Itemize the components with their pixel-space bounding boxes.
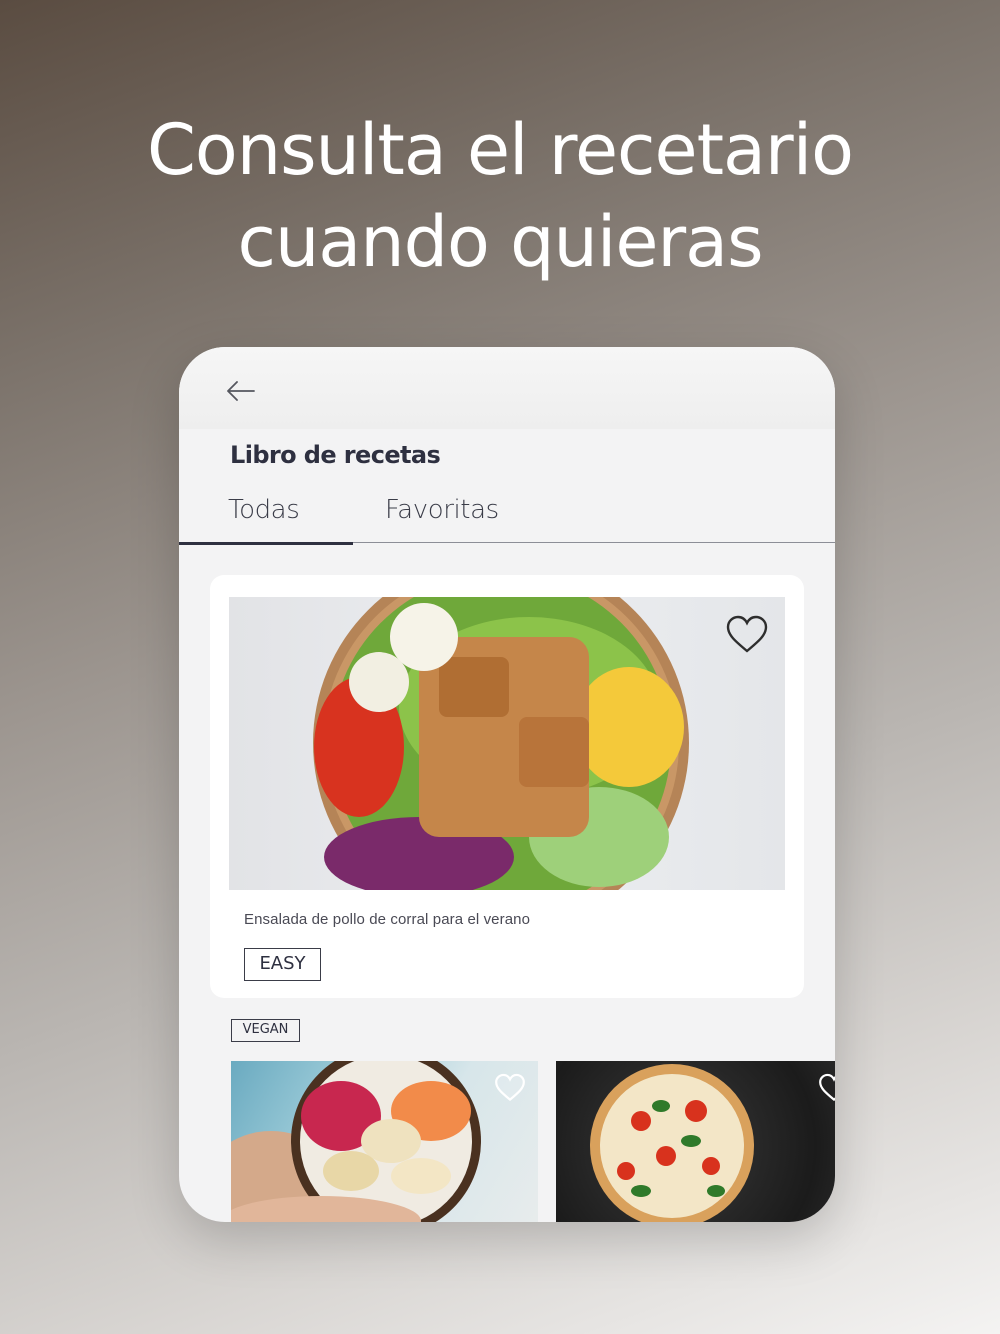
app-screen: Libro de recetas Todas Favoritas Ensalad… bbox=[179, 347, 835, 1222]
heart-outline-icon[interactable] bbox=[725, 615, 769, 655]
recipe-card[interactable]: Ensalada de pollo de corral para el vera… bbox=[210, 575, 804, 998]
recipe-thumbnail[interactable] bbox=[231, 1061, 538, 1222]
recipe-title: Ensalada de pollo de corral para el vera… bbox=[244, 911, 531, 928]
headline-line-1: Consulta el recetario bbox=[147, 109, 854, 191]
fruit-smoothie-bowl-photo bbox=[231, 1061, 481, 1222]
page-title: Libro de recetas bbox=[230, 441, 441, 469]
promo-headline: Consulta el recetario cuando quieras bbox=[0, 104, 1000, 288]
back-button[interactable] bbox=[219, 371, 263, 411]
salad-bowl-photo bbox=[229, 597, 785, 890]
heart-outline-icon[interactable] bbox=[818, 1073, 835, 1103]
category-tag: VEGAN bbox=[231, 1019, 300, 1042]
recipe-thumbnail[interactable] bbox=[556, 1061, 835, 1222]
tab-todas[interactable]: Todas bbox=[179, 495, 353, 545]
tab-bar: Todas Favoritas bbox=[179, 495, 835, 545]
difficulty-tag: EASY bbox=[244, 948, 321, 981]
tab-favoritas[interactable]: Favoritas bbox=[385, 495, 585, 543]
heart-outline-icon[interactable] bbox=[494, 1073, 526, 1103]
app-bar bbox=[179, 347, 835, 429]
arrow-left-icon bbox=[227, 381, 255, 401]
pizza-photo bbox=[590, 1064, 754, 1222]
headline-line-2: cuando quieras bbox=[237, 201, 763, 283]
